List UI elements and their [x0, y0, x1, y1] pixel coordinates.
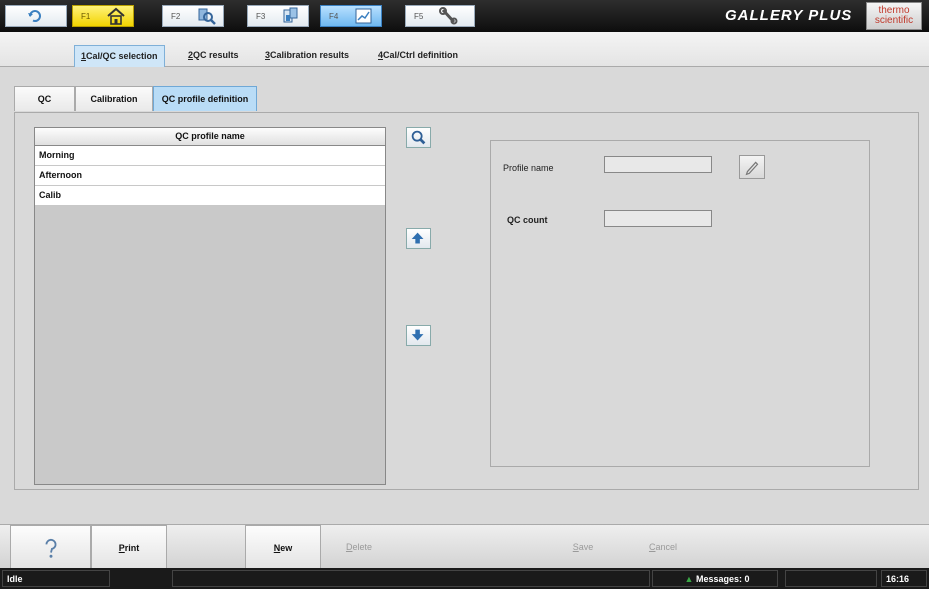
qc-count-label: QC count — [507, 215, 548, 225]
profile-detail-box — [490, 140, 870, 467]
tab-calibration[interactable]: Calibration — [75, 86, 153, 111]
arrow-down-icon — [411, 329, 424, 341]
sub-tab-bar: 1Cal/QC selection 2QC results 3Calibrati… — [0, 32, 929, 67]
top-toolbar: F1 F2 F3 F4 F5 GALLERY PLUS thermo scien… — [0, 0, 929, 32]
list-item[interactable]: Calib — [35, 186, 385, 206]
status-clock: 16:16 — [881, 570, 927, 587]
inner-tab-bar: QC Calibration QC profile definition — [14, 86, 264, 112]
command-bar: Print New Delete Save Cancel — [0, 524, 929, 569]
list-item[interactable]: Afternoon — [35, 166, 385, 186]
f5-maintenance-button[interactable]: F5 — [405, 5, 475, 27]
help-icon — [45, 538, 56, 558]
chart-icon — [355, 8, 372, 24]
move-down-button[interactable] — [406, 325, 431, 346]
sample-search-icon — [198, 8, 216, 25]
wrench-icon — [439, 7, 458, 25]
new-button[interactable]: New — [245, 525, 321, 569]
cancel-button[interactable]: Cancel — [625, 525, 701, 569]
home-icon — [107, 7, 125, 25]
profile-name-label: Profile name — [503, 163, 554, 173]
save-button[interactable]: Save — [545, 525, 621, 569]
warning-icon: ▲ — [684, 574, 694, 584]
pencil-icon — [745, 161, 759, 176]
edit-button[interactable] — [739, 155, 765, 179]
status-message-area — [172, 570, 650, 587]
tab-cal-qc-selection[interactable]: 1Cal/QC selection — [74, 45, 165, 67]
help-button[interactable] — [10, 525, 91, 569]
f3-tests-button[interactable]: F3 — [247, 5, 309, 27]
status-state: Idle — [2, 570, 110, 587]
tab-qc-profile-definition[interactable]: QC profile definition — [153, 86, 257, 111]
print-button[interactable]: Print — [91, 525, 167, 569]
test-tube-icon — [283, 7, 298, 23]
tab-qc-results[interactable]: 2QC results — [182, 45, 245, 66]
list-header[interactable]: QC profile name — [35, 128, 385, 146]
tab-calibration-results[interactable]: 3Calibration results — [259, 45, 355, 66]
thermo-logo: thermo scientific — [866, 2, 922, 30]
messages-button[interactable]: ▲ Messages: 0 — [652, 570, 778, 587]
f2-samples-button[interactable]: F2 — [162, 5, 224, 27]
brand-title: GALLERY PLUS — [725, 7, 853, 24]
status-bar: Idle ▲ Messages: 0 16:16 — [0, 568, 929, 589]
refresh-button[interactable] — [5, 5, 67, 27]
search-button[interactable] — [406, 127, 431, 148]
move-up-button[interactable] — [406, 228, 431, 249]
qc-profile-list[interactable]: QC profile name Morning Afternoon Calib — [34, 127, 386, 485]
search-icon — [411, 130, 426, 145]
f4-qc-button[interactable]: F4 — [320, 5, 382, 27]
qc-count-field[interactable] — [604, 210, 712, 227]
delete-button[interactable]: Delete — [321, 525, 397, 569]
list-item[interactable]: Morning — [35, 146, 385, 166]
tab-qc[interactable]: QC — [14, 86, 75, 111]
profile-name-field[interactable] — [604, 156, 712, 173]
f1-home-button[interactable]: F1 — [72, 5, 134, 27]
status-extra — [785, 570, 877, 587]
tab-cal-ctrl-definition[interactable]: 4Cal/Ctrl definition — [372, 45, 464, 66]
arrow-up-icon — [411, 232, 424, 244]
refresh-icon — [28, 10, 41, 23]
